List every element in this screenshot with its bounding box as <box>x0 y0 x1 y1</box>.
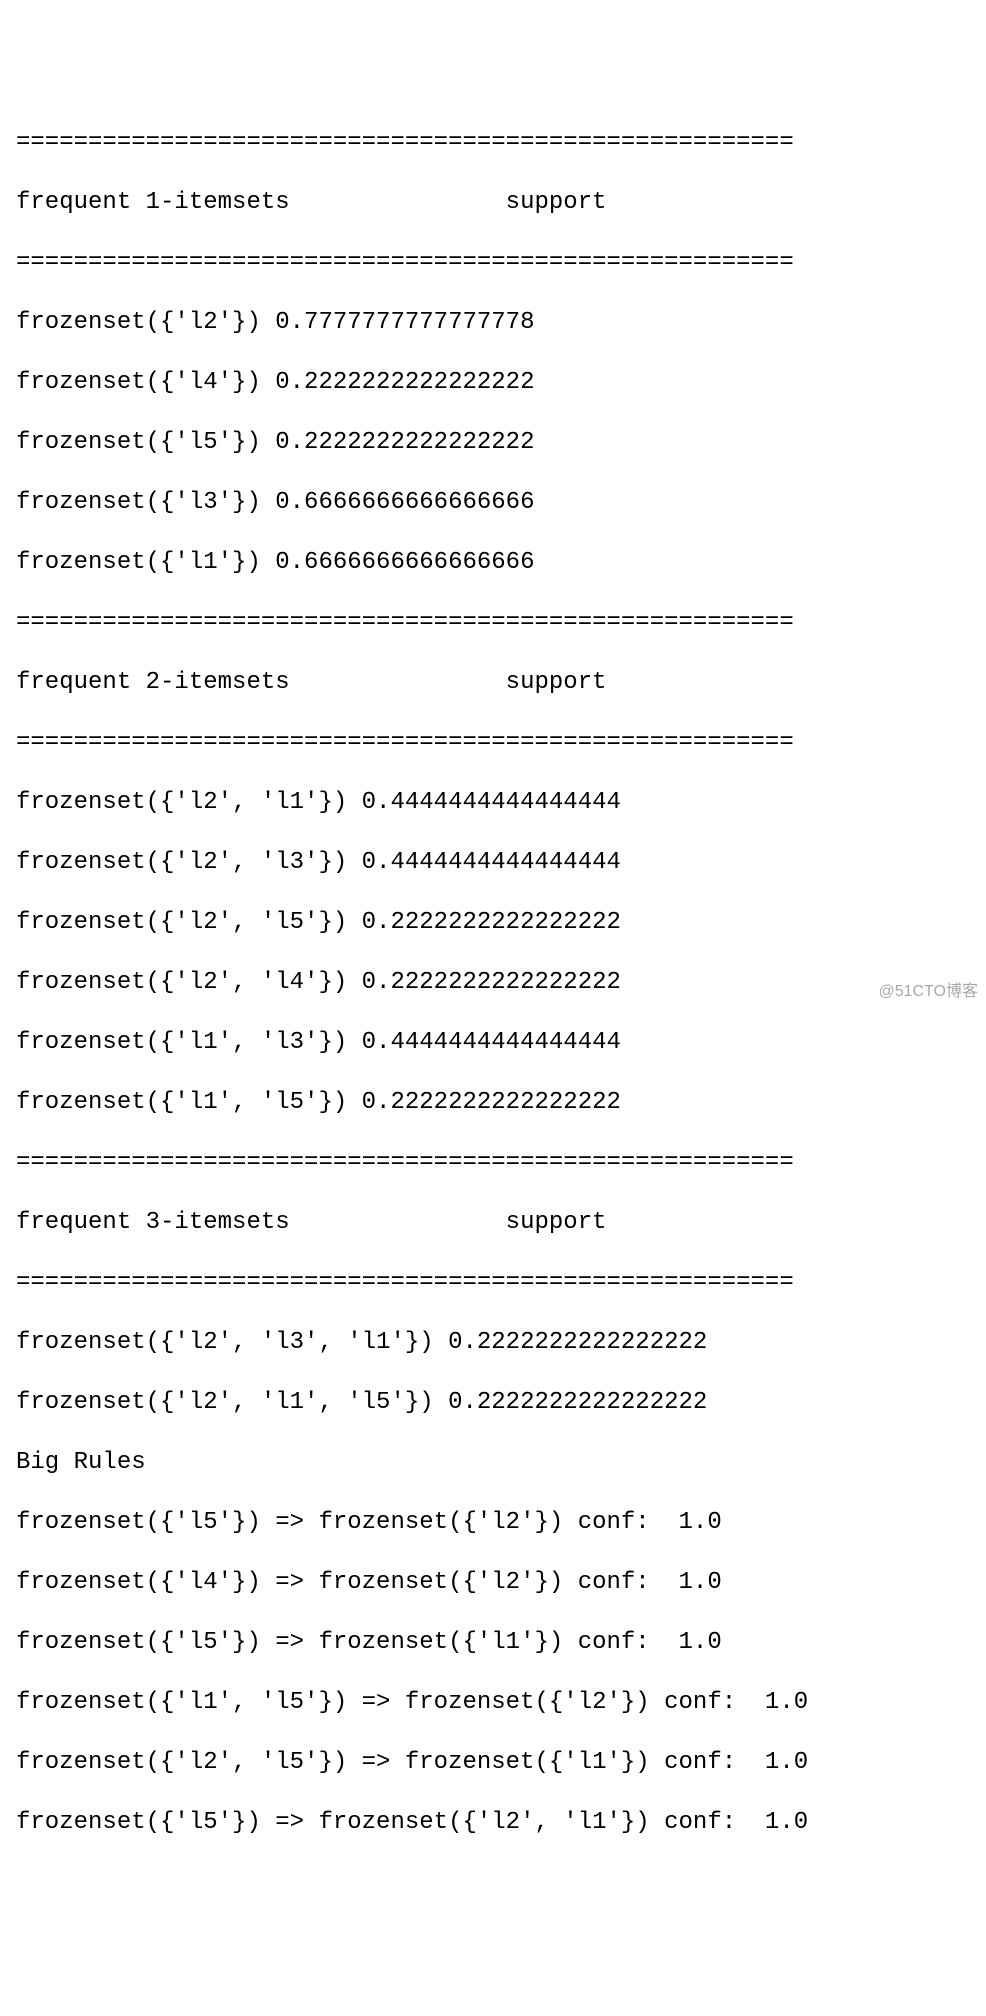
section2-header: frequent 2-itemsets support <box>16 668 970 698</box>
separator-line: ========================================… <box>16 608 970 638</box>
rule-row: frozenset({'l5'}) => frozenset({'l1'}) c… <box>16 1628 970 1658</box>
itemset-row: frozenset({'l5'}) 0.2222222222222222 <box>16 428 970 458</box>
watermark-text: @51CTO博客 <box>878 982 978 1002</box>
itemset-row: frozenset({'l2', 'l4'}) 0.22222222222222… <box>16 968 970 998</box>
itemset-row: frozenset({'l4'}) 0.2222222222222222 <box>16 368 970 398</box>
separator-line: ========================================… <box>16 728 970 758</box>
itemset-row: frozenset({'l2'}) 0.7777777777777778 <box>16 308 970 338</box>
rule-row: frozenset({'l4'}) => frozenset({'l2'}) c… <box>16 1568 970 1598</box>
itemset-row: frozenset({'l1'}) 0.6666666666666666 <box>16 548 970 578</box>
section1-header: frequent 1-itemsets support <box>16 188 970 218</box>
separator-line: ========================================… <box>16 1268 970 1298</box>
itemset-row: frozenset({'l1', 'l5'}) 0.22222222222222… <box>16 1088 970 1118</box>
rule-row: frozenset({'l5'}) => frozenset({'l2', 'l… <box>16 1808 970 1838</box>
separator-line: ========================================… <box>16 128 970 158</box>
itemset-row: frozenset({'l2', 'l1'}) 0.44444444444444… <box>16 788 970 818</box>
itemset-row: frozenset({'l2', 'l3'}) 0.44444444444444… <box>16 848 970 878</box>
itemset-row: frozenset({'l2', 'l1', 'l5'}) 0.22222222… <box>16 1388 970 1418</box>
rule-row: frozenset({'l2', 'l5'}) => frozenset({'l… <box>16 1748 970 1778</box>
itemset-row: frozenset({'l2', 'l5'}) 0.22222222222222… <box>16 908 970 938</box>
rule-row: frozenset({'l1', 'l5'}) => frozenset({'l… <box>16 1688 970 1718</box>
itemset-row: frozenset({'l3'}) 0.6666666666666666 <box>16 488 970 518</box>
rules-title: Big Rules <box>16 1448 970 1478</box>
itemset-row: frozenset({'l2', 'l3', 'l1'}) 0.22222222… <box>16 1328 970 1358</box>
section3-header: frequent 3-itemsets support <box>16 1208 970 1238</box>
itemset-row: frozenset({'l1', 'l3'}) 0.44444444444444… <box>16 1028 970 1058</box>
separator-line: ========================================… <box>16 248 970 278</box>
rule-row: frozenset({'l5'}) => frozenset({'l2'}) c… <box>16 1508 970 1538</box>
separator-line: ========================================… <box>16 1148 970 1178</box>
